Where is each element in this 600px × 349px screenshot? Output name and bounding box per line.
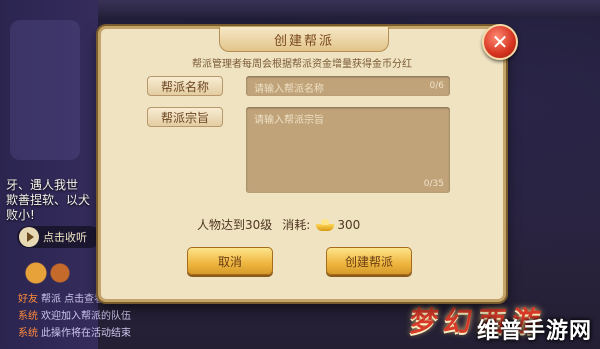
chat-message: 系统 欢迎加入帮派的队伍 xyxy=(18,311,131,322)
close-icon: ✕ xyxy=(491,30,509,54)
chat-emoji-decoration xyxy=(18,256,78,290)
close-button[interactable]: ✕ xyxy=(482,24,518,60)
create-guild-button[interactable]: 创建帮派 xyxy=(326,247,412,275)
chat-line-2: 欺善捏软、以犬 xyxy=(6,193,91,207)
level-requirement: 人物达到30级 xyxy=(197,218,273,232)
voice-label: 点击收听 xyxy=(43,231,87,244)
guild-name-input[interactable]: 请输入帮派名称 0/6 xyxy=(246,76,450,96)
cancel-button[interactable]: 取消 xyxy=(187,247,273,275)
guild-name-counter: 0/6 xyxy=(429,81,444,91)
watermark: 维普手游网 xyxy=(476,319,592,344)
guild-purpose-label: 帮派宗旨 xyxy=(147,107,223,127)
dialog-subtitle: 帮派管理者每周会根据帮派资金增量获得金币分红 xyxy=(192,59,412,70)
chat-line-3: 败小! xyxy=(6,208,35,222)
voice-play-button[interactable]: 点击收听 xyxy=(17,226,101,248)
chat-message: 系统 此操作将在活动结束 xyxy=(18,328,131,339)
create-guild-dialog: 创建帮派 帮派管理者每周会根据帮派资金增量获得金币分红 帮派名称 请输入帮派名称… xyxy=(98,26,506,302)
guild-purpose-textarea[interactable]: 请输入帮派宗旨 0/35 xyxy=(246,107,450,193)
dialog-title-bar: 创建帮派 xyxy=(219,27,389,52)
guild-name-label: 帮派名称 xyxy=(147,76,223,96)
play-icon xyxy=(19,227,39,247)
gold-ingot-icon xyxy=(316,218,335,231)
chat-message: 好友 帮派 点击查看 xyxy=(18,294,105,305)
cost-value: 300 xyxy=(337,217,361,232)
chat-line-1: 牙、遇人我世 xyxy=(6,178,79,192)
requirement-row: 人物达到30级 消耗: 300 xyxy=(197,216,360,233)
guild-name-placeholder: 请输入帮派名称 xyxy=(254,84,324,95)
dialog-title: 创建帮派 xyxy=(273,33,334,49)
cost-label: 消耗: xyxy=(282,218,311,232)
guild-purpose-counter: 0/35 xyxy=(423,179,444,189)
guild-purpose-placeholder: 请输入帮派宗旨 xyxy=(254,115,324,126)
